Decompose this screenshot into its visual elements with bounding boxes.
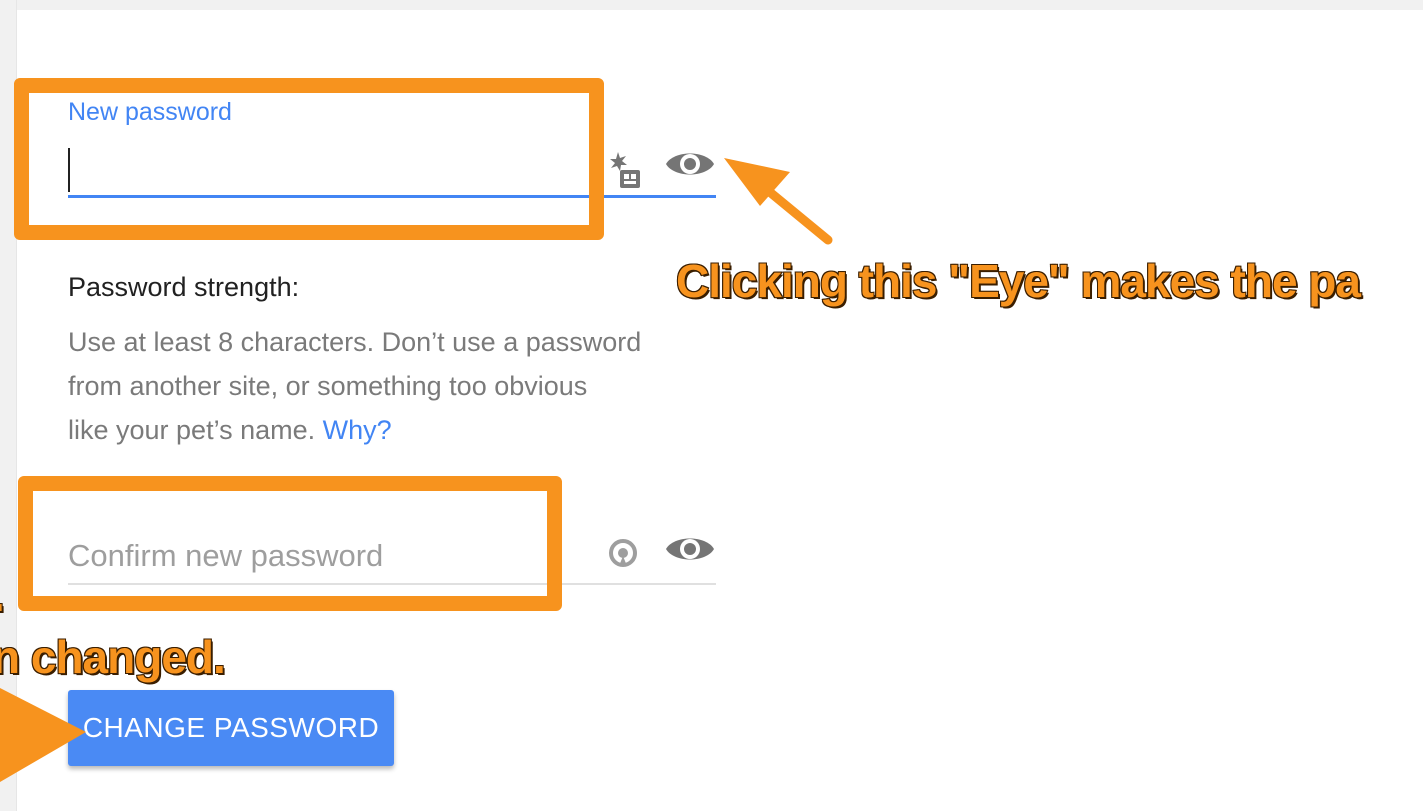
password-manager-icon[interactable] xyxy=(606,150,644,190)
new-password-underline xyxy=(68,195,716,198)
new-password-label: New password xyxy=(68,98,232,126)
strength-line-1: Use at least 8 characters. Don’t use a p… xyxy=(68,327,642,357)
annotation-arrow-eye xyxy=(724,158,833,245)
screen: New password Password strength: Use at l… xyxy=(0,0,1423,811)
annotation-left-fragment-1: . xyxy=(0,568,6,622)
top-strip xyxy=(0,0,1423,10)
password-strength-title: Password strength: xyxy=(68,272,300,302)
strength-line-2: from another site, or something too obvi… xyxy=(68,371,588,401)
new-password-input[interactable] xyxy=(68,140,588,190)
eye-icon[interactable] xyxy=(664,532,716,566)
change-password-button[interactable]: CHANGE PASSWORD xyxy=(68,690,394,766)
annotation-eye-note: Clicking this "Eye" makes the pa xyxy=(675,254,1362,308)
why-link[interactable]: Why? xyxy=(323,415,392,445)
text-caret xyxy=(68,148,70,192)
strength-line-3: like your pet’s name. Why? xyxy=(68,408,728,452)
sync-icon[interactable] xyxy=(606,536,640,570)
confirm-password-input[interactable] xyxy=(68,532,588,580)
strength-line-3-text: like your pet’s name. xyxy=(68,415,323,445)
annotation-left-fragment-2: n changed. xyxy=(0,630,227,684)
password-strength-description: Use at least 8 characters. Don’t use a p… xyxy=(68,320,728,452)
left-strip xyxy=(0,0,17,811)
confirm-password-underline xyxy=(68,583,716,585)
eye-icon[interactable] xyxy=(664,147,716,181)
